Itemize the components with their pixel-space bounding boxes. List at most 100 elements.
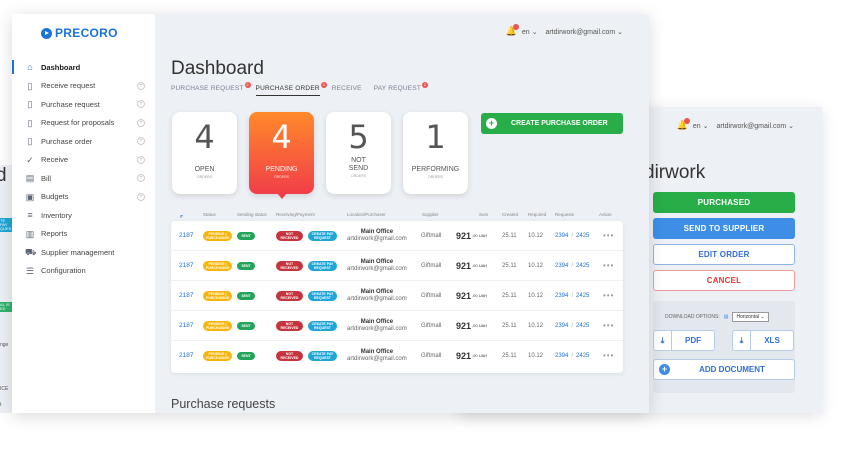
purchased-button[interactable]: PURCHASED (653, 192, 795, 213)
tab-receive[interactable]: RECEIVE (332, 85, 362, 96)
order-id-link[interactable]: 2187 (179, 251, 193, 281)
order-id-link[interactable]: 2187 (179, 281, 193, 311)
sending-cell: SENT (237, 311, 255, 341)
column-header[interactable]: Required (528, 212, 546, 217)
download-pdf-button[interactable]: ⤓ PDF (653, 330, 715, 351)
column-header[interactable]: Requests (555, 212, 574, 217)
sidebar-item-configuration[interactable]: ☰ Configuration (12, 262, 155, 281)
sidebar-item-budgets[interactable]: ▣ Budgets + (12, 188, 155, 207)
column-header[interactable]: Sum (479, 212, 488, 217)
precoro-logo[interactable]: PRECORO (41, 26, 118, 40)
sidebar-item-reports[interactable]: ▥ Reports (12, 225, 155, 244)
cancel-button[interactable]: CANCEL (653, 270, 795, 291)
supplier-cell: Giftmall (421, 322, 442, 329)
request-link[interactable]: 2394 (555, 353, 568, 359)
payment-cell: CREATE PAY REQUEST (308, 281, 337, 311)
sidebar-item-dashboard[interactable]: ⌂ Dashboard (12, 58, 155, 77)
column-header[interactable]: Supplier (422, 212, 439, 217)
sending-badge: SENT (237, 261, 255, 270)
create-purchase-order-button[interactable]: + CREATE PURCHASE ORDER (481, 113, 623, 134)
sidebar-item-receive-request[interactable]: ▯ Receive request + (12, 77, 155, 96)
column-header[interactable]: Location/Purchaser (347, 212, 386, 217)
download-xls-button[interactable]: ⤓ XLS (732, 330, 794, 351)
sidebar-item-purchase-request[interactable]: ▯ Purchase request + (12, 95, 155, 114)
tab-pay-request[interactable]: PAY REQUEST 2 (374, 82, 429, 96)
sidebar-item-inventory[interactable]: ≡ Inventory (12, 206, 155, 225)
create-pay-request-button[interactable]: CREATE PAY REQUEST (308, 350, 337, 361)
sidebar-item-supplier-management[interactable]: ⛟ Supplier management (12, 243, 155, 262)
tab-purchase-request[interactable]: PURCHASE REQUEST 2 (171, 82, 251, 96)
card-not-send[interactable]: 5 NOT SEND ORDERS (326, 112, 391, 194)
table-row[interactable]: 2187 PENDING | PURCHASING SENT NOT RECEIVED… (171, 311, 623, 341)
language-select[interactable]: en ⌄ (522, 28, 538, 36)
order-id-link[interactable]: 2187 (179, 311, 193, 341)
logo-mark-icon (41, 27, 52, 39)
sidebar-item-bill[interactable]: ▤ Bill + (12, 169, 155, 188)
tab-purchase-order[interactable]: PURCHASE ORDER 3 (255, 82, 327, 96)
send-to-supplier-button[interactable]: SEND TO SUPPLIER (653, 218, 795, 239)
column-header-id[interactable]: # ⌄ (180, 212, 184, 219)
not-received-badge[interactable]: NOT RECEIVED (276, 320, 303, 331)
bell-icon[interactable]: 🔔 (677, 118, 690, 130)
language-select[interactable]: en ⌄ (693, 122, 709, 130)
request-link[interactable]: 2425 (576, 233, 589, 239)
table-row[interactable]: 2187 PENDING | PURCHASING SENT NOT RECEIVED… (171, 281, 623, 311)
sidebar-item-purchase-order[interactable]: ▯ Purchase order + (12, 132, 155, 151)
table-row[interactable]: 2187 PENDING | PURCHASING SENT NOT RECEIVED… (171, 341, 623, 371)
column-header[interactable]: Status (203, 212, 216, 217)
create-pay-request-button[interactable]: CREATE PAY REQUEST (308, 260, 337, 271)
request-link[interactable]: 2425 (576, 323, 589, 329)
column-header[interactable]: Receiving/Payment (276, 212, 315, 217)
request-link[interactable]: 2425 (576, 353, 589, 359)
card-pending[interactable]: 4 PENDING ORDERS (249, 112, 314, 199)
create-pay-request-button[interactable]: CREATE PAY REQUEST (308, 320, 337, 331)
more-actions-icon[interactable]: ••• (603, 311, 614, 341)
column-header[interactable]: Sending status (237, 212, 267, 217)
request-link[interactable]: 2394 (555, 233, 568, 239)
bell-icon[interactable]: 🔔 (506, 24, 519, 36)
more-actions-icon[interactable]: ••• (603, 251, 614, 281)
order-id-link[interactable]: 2187 (179, 221, 193, 251)
table-row[interactable]: 2187 PENDING | PURCHASING SENT NOT RECEIVED… (171, 251, 623, 281)
created-cell: 25.11 (502, 232, 517, 239)
add-icon[interactable]: + (137, 100, 145, 108)
add-icon[interactable]: + (137, 118, 145, 127)
status-cell: PENDING | PURCHASING (203, 221, 232, 251)
not-received-badge[interactable]: NOT RECEIVED (276, 290, 303, 301)
location-name: Main Office (360, 229, 394, 236)
not-received-badge[interactable]: NOT RECEIVED (276, 350, 303, 361)
add-icon[interactable]: + (137, 155, 145, 164)
user-menu[interactable]: artdirwork@gmail.com ⌄ (716, 122, 794, 130)
sidebar-item-request-for-proposals[interactable]: ▯ Request for proposals + (12, 114, 155, 133)
create-pay-request-button[interactable]: CREATE PAY REQUEST (308, 290, 337, 301)
card-open[interactable]: 4 OPEN ORDERS (172, 112, 237, 194)
add-icon[interactable]: + (137, 192, 145, 201)
not-received-badge[interactable]: NOT RECEIVED (276, 260, 303, 271)
more-actions-icon[interactable]: ••• (603, 281, 614, 311)
table-row[interactable]: 2187 PENDING | PURCHASING SENT NOT RECEIVED… (171, 221, 623, 251)
add-icon[interactable]: + (137, 174, 145, 182)
create-pay-request-button[interactable]: CREATE PAY REQUEST (308, 230, 337, 241)
request-link[interactable]: 2394 (555, 323, 568, 329)
card-performing[interactable]: 1 PERFORMING ORDERS (403, 112, 468, 194)
request-link[interactable]: 2394 (555, 293, 568, 299)
created-cell: 25.11 (502, 262, 517, 269)
request-link[interactable]: 2394 (555, 263, 568, 269)
user-menu[interactable]: artdirwork@gmail.com ⌄ (545, 28, 623, 36)
add-document-button[interactable]: + ADD DOCUMENT (653, 359, 795, 380)
location-cell: Main Office artdirwork@gmail.com (347, 341, 407, 371)
edit-order-button[interactable]: EDIT ORDER (653, 244, 795, 265)
not-received-badge[interactable]: NOT RECEIVED (276, 230, 303, 241)
orientation-select[interactable]: Horizontal ⌄ (732, 312, 769, 322)
layout-icon[interactable]: ▤ (724, 314, 729, 320)
request-link[interactable]: 2425 (576, 263, 589, 269)
sidebar-item-receive[interactable]: ✓ Receive + (12, 151, 155, 170)
more-actions-icon[interactable]: ••• (603, 341, 614, 371)
more-actions-icon[interactable]: ••• (603, 221, 614, 251)
request-link[interactable]: 2425 (576, 293, 589, 299)
column-header[interactable]: Created (502, 212, 518, 217)
order-id-link[interactable]: 2187 (179, 341, 193, 371)
add-icon[interactable]: + (137, 137, 145, 145)
sidebar-item-label: Receive (41, 155, 69, 165)
add-icon[interactable]: + (137, 81, 145, 90)
